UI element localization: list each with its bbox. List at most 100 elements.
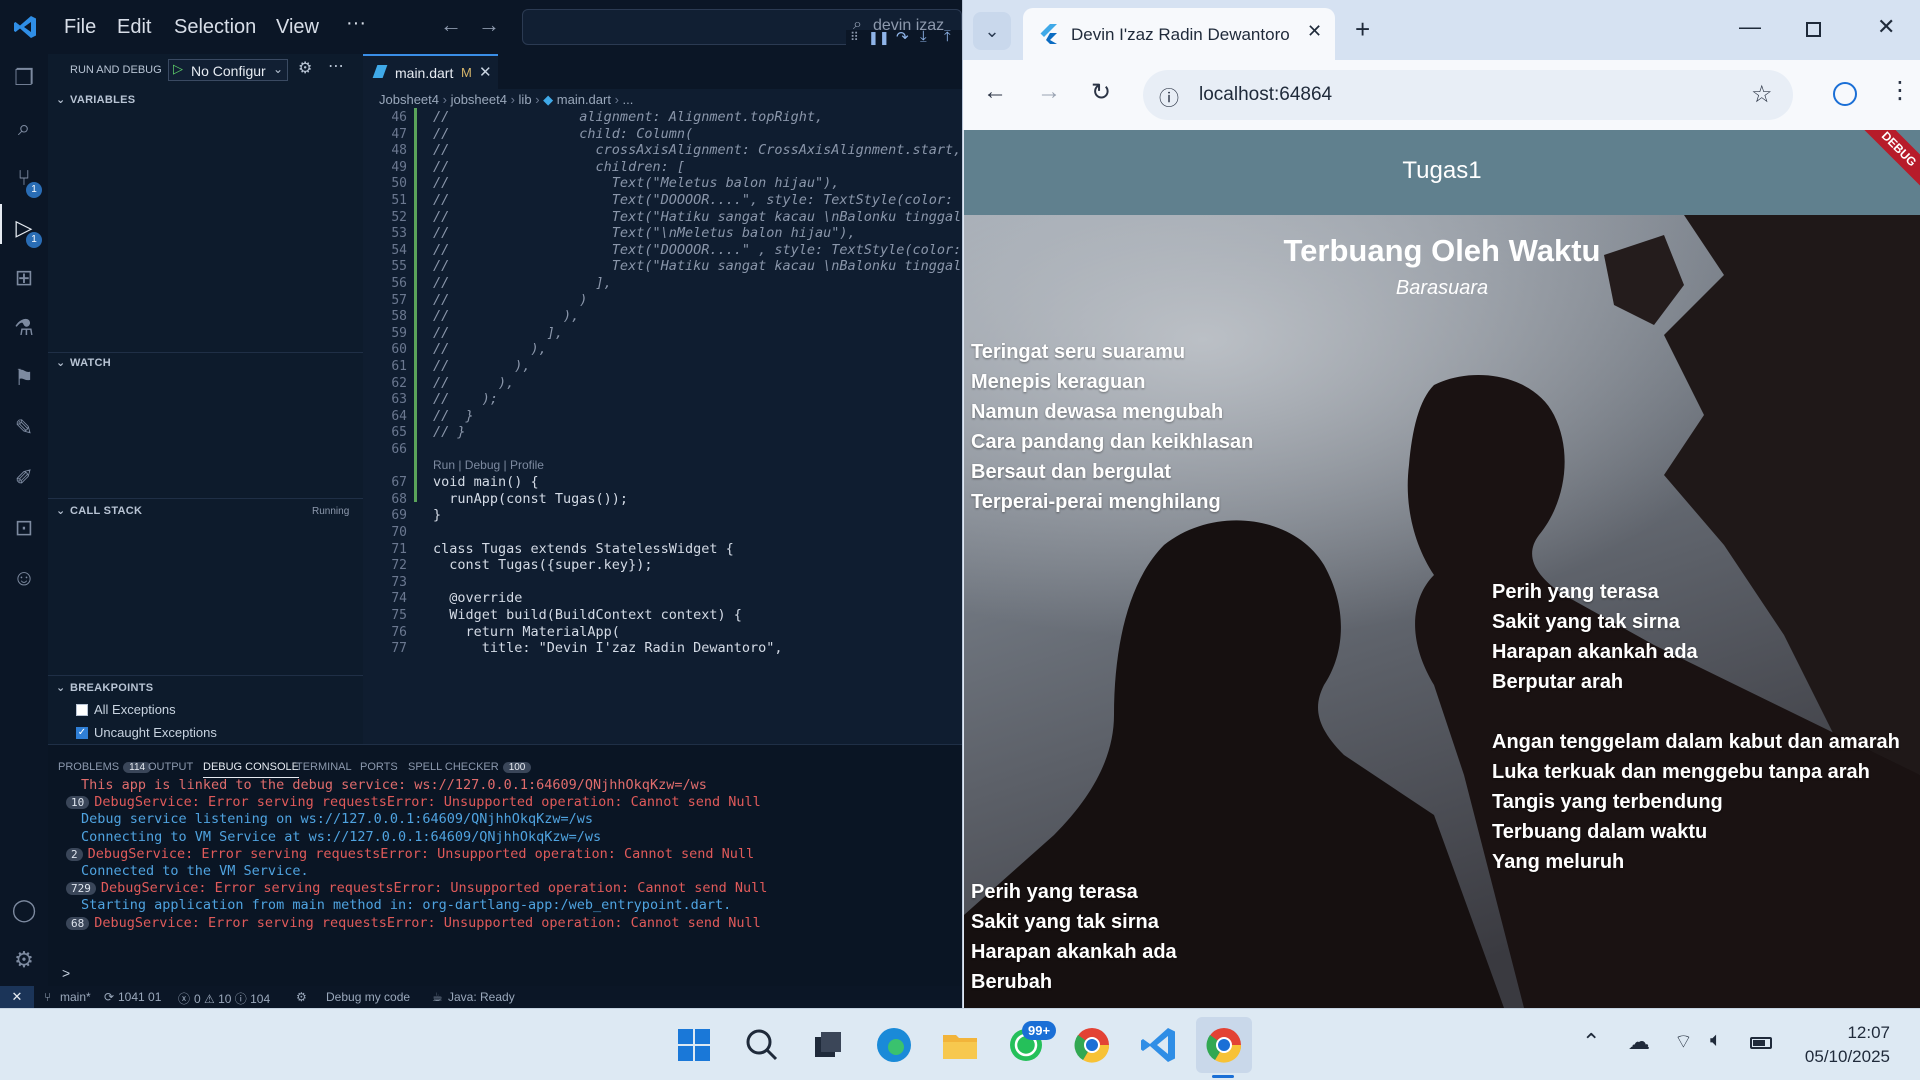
console-prompt[interactable]: > <box>62 965 70 981</box>
minimize-icon[interactable]: — <box>1739 14 1761 40</box>
menu-edit[interactable]: Edit <box>117 16 151 39</box>
code-line: // Text("Hatiku sangat kacau \nBalonku t… <box>433 208 962 225</box>
console-line-text: This app is linked to the debug service:… <box>81 777 707 793</box>
close-window-icon[interactable]: ✕ <box>1877 14 1895 40</box>
whatsapp-badge: 99+ <box>1022 1021 1057 1040</box>
menu-selection[interactable]: Selection <box>174 16 256 39</box>
reload-icon[interactable]: ↻ <box>1091 78 1111 107</box>
watch-chevron-icon[interactable]: ⌄ <box>56 356 66 369</box>
pen-icon[interactable]: ✐ <box>10 464 38 492</box>
panel-tab-spell-checker[interactable]: SPELL CHECKER 100 <box>408 761 532 773</box>
more-icon[interactable]: ⋯ <box>328 56 344 76</box>
pause-icon[interactable]: ❚❚ <box>868 30 890 46</box>
problems-status[interactable]: 0 ⚠ 10 ⓘ 104 <box>194 990 270 1007</box>
back-arrow-icon[interactable]: ← <box>440 12 462 38</box>
breakpoints-header[interactable]: BREAKPOINTS <box>70 682 153 694</box>
maximize-icon[interactable] <box>1806 22 1821 37</box>
site-info-icon[interactable]: ⓘ <box>1159 82 1179 111</box>
chrome-profile-icon[interactable] <box>1070 1023 1114 1067</box>
panel-tab-output[interactable]: OUTPUT <box>148 761 193 773</box>
start-debug-icon[interactable]: ▷ <box>173 61 183 77</box>
panel-tab-terminal[interactable]: TERMINAL <box>296 761 352 773</box>
close-tab-icon[interactable]: ✕ <box>1307 21 1322 42</box>
gear-icon[interactable]: ⚙ <box>298 58 312 78</box>
line-number: 60 <box>391 342 407 358</box>
battery-icon[interactable] <box>1750 1037 1772 1049</box>
breakpoints-chevron-icon[interactable]: ⌄ <box>56 681 66 694</box>
codelens[interactable]: Run | Debug | Profile <box>433 458 544 472</box>
status-bar: ✕ ⑂ main* ⟳ 1041 01 ⓧ 0 ⚠ 10 ⓘ 104 ⚙ Deb… <box>0 986 962 1008</box>
tab-search-chevron-icon[interactable]: ⌄ <box>973 12 1011 50</box>
breadcrumb-item[interactable]: Jobsheet4 <box>379 92 439 107</box>
chrome-taskbar-icon[interactable] <box>1202 1023 1246 1067</box>
copilot-icon[interactable]: ☺ <box>10 564 38 592</box>
chrome-tab-active[interactable]: Devin I'zaz Radin Dewantoro ✕ <box>1023 8 1335 60</box>
forward-arrow-icon[interactable]: → <box>478 12 500 38</box>
line-number: 57 <box>391 292 407 308</box>
gear-icon[interactable]: ⚙ <box>10 946 38 974</box>
code-line: // Text("DOOOOR...." , style: TextStyle(… <box>433 241 962 258</box>
extensions-icon[interactable]: ⊞ <box>10 264 38 292</box>
panel-tab-debug-console[interactable]: DEBUG CONSOLE <box>203 761 299 778</box>
sync-icon: ⟳ <box>104 990 115 1004</box>
panel-tab-problems[interactable]: PROBLEMS 114 <box>58 761 152 773</box>
code-editor[interactable]: 46 // alignment: Alignment.topRight, 47 // … <box>363 108 962 744</box>
breadcrumb-item[interactable]: ... <box>623 92 634 107</box>
console-line-text: Starting application from main method in… <box>81 897 732 914</box>
debug-config-select[interactable]: ▷ No Configur ⌄ <box>168 59 288 81</box>
drag-handle-icon[interactable]: ⠿ <box>850 30 859 44</box>
sync-status[interactable]: 1041 01 <box>118 990 161 1004</box>
extension-panel-icon[interactable]: ✎ <box>10 414 38 442</box>
chevron-up-icon[interactable]: ⌃ <box>1582 1029 1600 1055</box>
close-icon[interactable]: ✕ <box>479 63 492 81</box>
bookmark-star-icon[interactable]: ☆ <box>1751 80 1773 109</box>
testing-icon[interactable]: ⚗ <box>10 314 38 342</box>
variables-header[interactable]: VARIABLES <box>70 94 135 106</box>
menu-more[interactable]: ··· <box>346 12 366 35</box>
watch-header[interactable]: WATCH <box>70 357 111 369</box>
remote-explorer-icon[interactable]: ⊡ <box>10 514 38 542</box>
address-bar[interactable]: ⓘ localhost:64864 ☆ <box>1143 70 1793 120</box>
file-explorer-icon[interactable] <box>938 1023 982 1067</box>
tab-label: main.dart <box>395 65 454 81</box>
wifi-icon[interactable]: ⌔ <box>1674 1029 1693 1054</box>
edge-icon[interactable] <box>872 1023 916 1067</box>
branch-name[interactable]: main* <box>60 990 91 1004</box>
line-number: 67 <box>391 475 407 491</box>
forward-icon[interactable]: → <box>1037 78 1061 106</box>
panel-tab-ports[interactable]: PORTS <box>360 761 398 773</box>
clock-date[interactable]: 05/10/2025 <box>1790 1047 1890 1067</box>
callstack-chevron-icon[interactable]: ⌄ <box>56 504 66 517</box>
menu-view[interactable]: View <box>276 16 319 39</box>
windows-start-icon[interactable] <box>672 1023 716 1067</box>
volume-icon[interactable]: 🔈︎ <box>1710 1029 1722 1052</box>
breadcrumb-item[interactable]: lib <box>519 92 532 107</box>
tab-main-dart[interactable]: main.dart M ✕ <box>363 54 498 89</box>
account-icon[interactable]: ◯ <box>10 896 38 924</box>
step-out-icon[interactable]: ⤒ <box>944 28 951 45</box>
explorer-icon[interactable]: ❐ <box>10 64 38 92</box>
remote-indicator-icon[interactable]: ✕ <box>0 986 34 1008</box>
debug-status[interactable]: Debug my code <box>326 990 410 1004</box>
back-icon[interactable]: ← <box>983 78 1007 106</box>
all-exceptions-checkbox[interactable] <box>76 704 88 716</box>
vscode-taskbar-icon[interactable] <box>1136 1023 1180 1067</box>
clock-time[interactable]: 12:07 <box>1806 1023 1890 1043</box>
breadcrumb-item[interactable]: jobsheet4 <box>451 92 507 107</box>
menu-file[interactable]: File <box>64 16 96 39</box>
menu-kebab-icon[interactable]: ⋮ <box>1888 76 1912 105</box>
step-over-icon[interactable]: ↷ <box>896 28 909 46</box>
breadcrumb-item[interactable]: main.dart <box>557 92 611 107</box>
search-icon[interactable] <box>740 1023 784 1067</box>
profile-icon[interactable] <box>1833 82 1857 106</box>
step-into-icon[interactable]: ⤓ <box>920 28 927 45</box>
new-tab-icon[interactable]: + <box>1355 14 1370 45</box>
uncaught-exceptions-checkbox[interactable]: ✓ <box>76 727 88 739</box>
java-status[interactable]: Java: Ready <box>448 990 515 1004</box>
bookmark-icon[interactable]: ⚑ <box>10 364 38 392</box>
search-icon[interactable]: ⌕ <box>10 114 38 142</box>
variables-chevron-icon[interactable]: ⌄ <box>56 93 66 106</box>
task-view-icon[interactable] <box>806 1023 850 1067</box>
callstack-header[interactable]: CALL STACK <box>70 505 142 517</box>
onedrive-cloud-icon[interactable]: ☁ <box>1628 1029 1650 1055</box>
